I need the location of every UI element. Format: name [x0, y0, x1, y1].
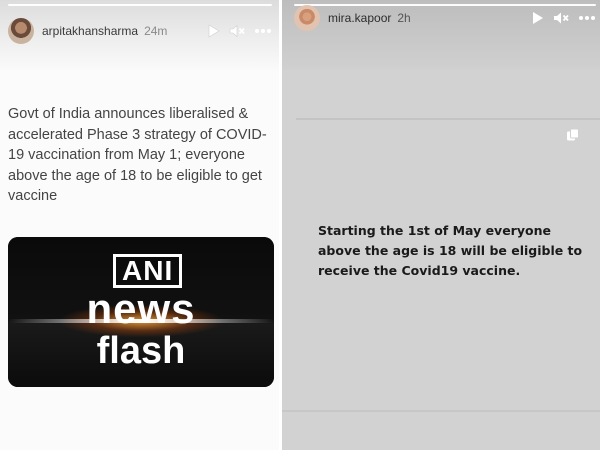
header-controls	[532, 11, 596, 25]
play-icon[interactable]	[532, 11, 544, 25]
play-icon[interactable]	[208, 24, 220, 38]
mute-icon[interactable]	[229, 24, 245, 38]
username[interactable]: arpitakhansharma	[42, 24, 138, 38]
news-word: news	[86, 285, 196, 332]
more-options-icon[interactable]	[254, 28, 272, 34]
mute-icon[interactable]	[553, 11, 569, 25]
news-headline: Govt of India announces liberalised & ac…	[8, 106, 267, 204]
flash-word: flash	[96, 330, 186, 372]
story-header: mira.kapoor 2h	[294, 4, 596, 32]
story-message: Starting the 1st of May everyone above t…	[318, 223, 583, 278]
more-options-icon[interactable]	[578, 15, 596, 21]
story-mira-kapoor[interactable]: mira.kapoor 2h Starting the 1st of May e…	[282, 0, 600, 450]
ani-news-flash-image: ANI news flash	[8, 237, 274, 387]
separator-line	[282, 410, 600, 412]
story-arpitakhansharma[interactable]: arpitakhansharma 24m Govt of India annou…	[0, 0, 279, 450]
avatar[interactable]	[294, 5, 320, 31]
header-controls	[208, 24, 272, 38]
ani-logo: ANI	[113, 254, 183, 288]
copy-icon[interactable]	[566, 128, 580, 147]
separator-line	[296, 118, 600, 120]
story-header: arpitakhansharma 24m	[8, 17, 272, 45]
timestamp: 24m	[144, 24, 168, 38]
avatar[interactable]	[8, 18, 34, 44]
username[interactable]: mira.kapoor	[328, 11, 391, 25]
story-progress-bar	[8, 4, 272, 6]
timestamp: 2h	[397, 11, 411, 25]
